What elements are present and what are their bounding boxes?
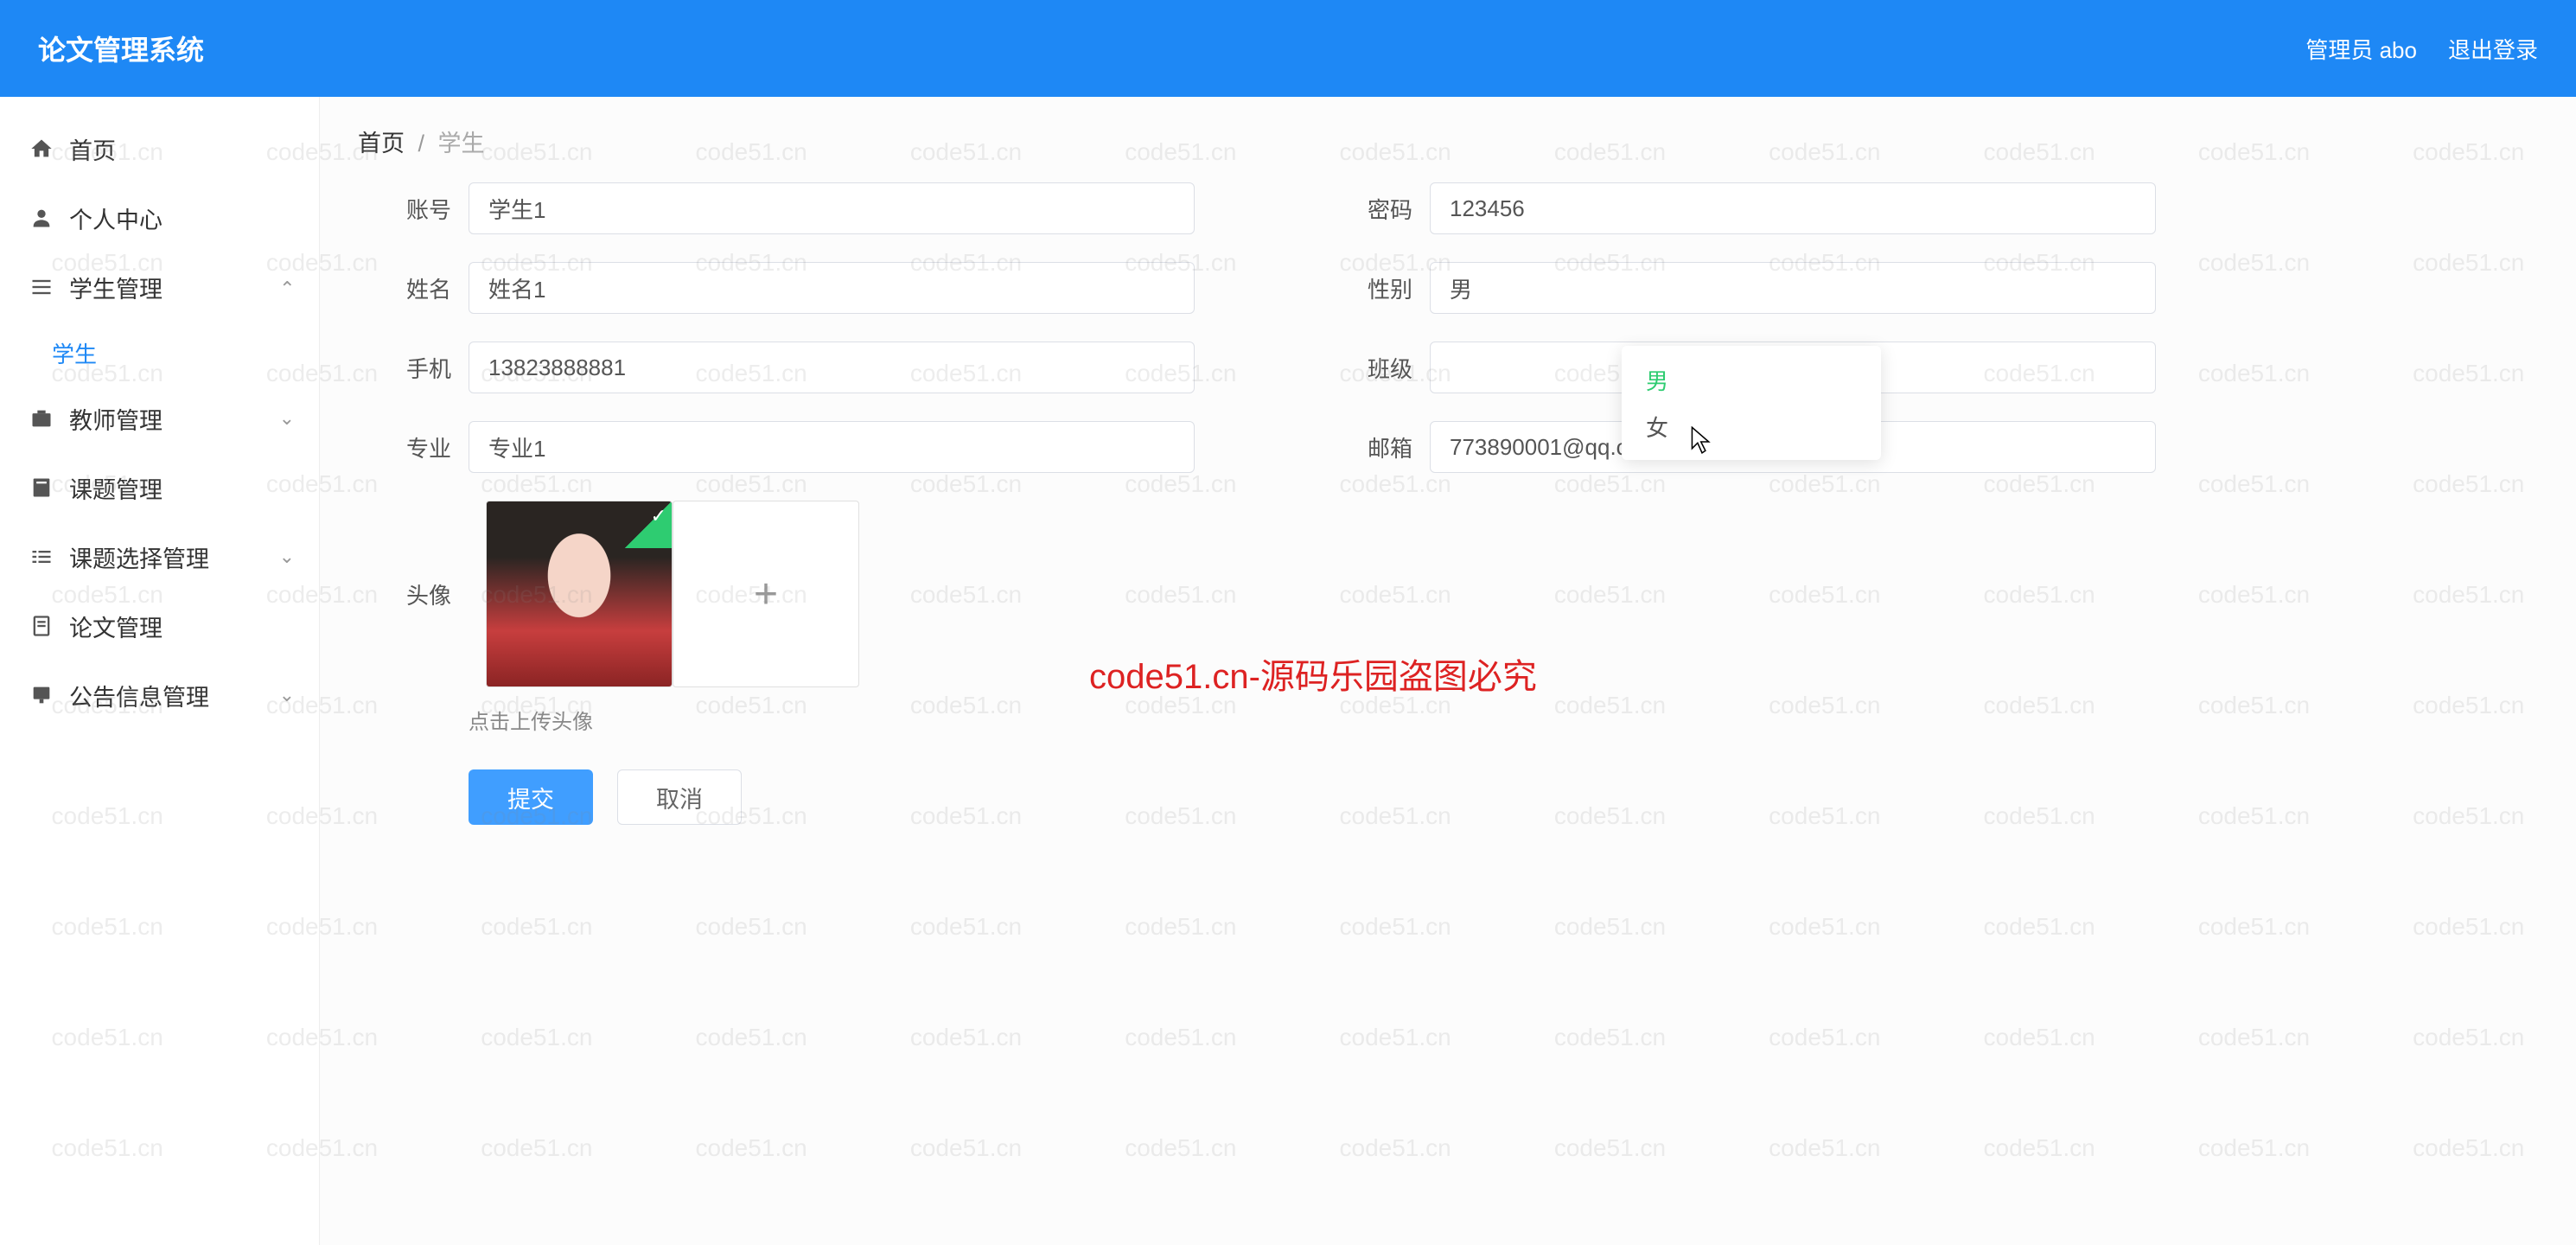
- breadcrumb-sep: /: [418, 131, 425, 156]
- breadcrumb-root[interactable]: 首页: [358, 131, 405, 156]
- sidebar-item-label: 论文管理: [69, 610, 319, 643]
- gender-label: 性别: [1333, 272, 1412, 304]
- main-content: 首页 / 学生 账号 密码 姓名 性别: [320, 97, 2576, 1245]
- name-input[interactable]: [469, 262, 1195, 314]
- gender-dropdown: 男 女: [1622, 346, 1881, 460]
- email-label: 邮箱: [1333, 431, 1412, 463]
- cancel-button[interactable]: 取消: [617, 769, 742, 825]
- major-label: 专业: [372, 431, 451, 463]
- logout-button[interactable]: 退出登录: [2448, 33, 2538, 65]
- sidebar: 首页 个人中心 学生管理 ⌄ 学生 教师管理 ⌄ 课题管理 课题选择管理 ⌄ 论…: [0, 97, 320, 1245]
- header-user[interactable]: 管理员 abo: [2305, 33, 2417, 65]
- student-form: 账号 密码 姓名 性别 手机 班级: [320, 174, 2576, 859]
- chevron-down-icon: ⌄: [279, 684, 295, 706]
- sidebar-sub-student[interactable]: 学生: [0, 322, 319, 384]
- sidebar-item-topic-select-mgmt[interactable]: 课题选择管理 ⌄: [0, 522, 319, 591]
- sidebar-item-label: 首页: [69, 132, 319, 166]
- user-icon: [29, 206, 54, 230]
- select-icon: [29, 545, 54, 569]
- phone-input[interactable]: [469, 342, 1195, 393]
- sidebar-item-label: 教师管理: [69, 402, 279, 436]
- home-icon: [29, 137, 54, 161]
- submit-button[interactable]: 提交: [469, 769, 593, 825]
- avatar-upload-button[interactable]: +: [673, 501, 859, 687]
- sidebar-item-home[interactable]: 首页: [0, 114, 319, 183]
- gender-select[interactable]: [1430, 262, 2156, 314]
- sidebar-item-label: 学生管理: [69, 271, 279, 304]
- sidebar-item-profile[interactable]: 个人中心: [0, 183, 319, 252]
- chevron-down-icon: ⌄: [279, 546, 295, 568]
- sidebar-item-label: 个人中心: [69, 201, 319, 235]
- list-icon: [29, 275, 54, 299]
- breadcrumb-current: 学生: [438, 131, 485, 156]
- case-icon: [29, 406, 54, 431]
- book-icon: [29, 476, 54, 500]
- class-label: 班级: [1333, 352, 1412, 384]
- name-label: 姓名: [372, 272, 451, 304]
- plus-icon: +: [754, 571, 778, 618]
- avatar-label: 头像: [372, 578, 451, 610]
- sidebar-item-label: 课题选择管理: [69, 540, 279, 574]
- sidebar-item-thesis-mgmt[interactable]: 论文管理: [0, 591, 319, 661]
- breadcrumb: 首页 / 学生: [320, 97, 2576, 174]
- chevron-down-icon: ⌄: [279, 407, 295, 430]
- avatar-thumbnail[interactable]: [486, 501, 673, 687]
- sidebar-item-student-mgmt[interactable]: 学生管理 ⌄: [0, 252, 319, 322]
- sidebar-item-notice-mgmt[interactable]: 公告信息管理 ⌄: [0, 661, 319, 730]
- sidebar-item-teacher-mgmt[interactable]: 教师管理 ⌄: [0, 384, 319, 453]
- sidebar-item-topic-mgmt[interactable]: 课题管理: [0, 453, 319, 522]
- app-header: 论文管理系统 管理员 abo 退出登录: [0, 0, 2576, 97]
- dropdown-option-male[interactable]: 男: [1622, 356, 1881, 403]
- notice-icon: [29, 683, 54, 707]
- phone-label: 手机: [372, 352, 451, 384]
- sidebar-item-label: 公告信息管理: [69, 679, 279, 712]
- sidebar-item-label: 课题管理: [69, 471, 319, 505]
- chevron-down-icon: ⌄: [279, 276, 295, 298]
- check-icon: [625, 501, 672, 548]
- doc-icon: [29, 614, 54, 638]
- avatar-hint: 点击上传头像: [469, 705, 2524, 735]
- account-input[interactable]: [469, 182, 1195, 234]
- password-label: 密码: [1333, 193, 1412, 225]
- dropdown-option-female[interactable]: 女: [1622, 403, 1881, 450]
- major-input[interactable]: [469, 421, 1195, 473]
- app-title: 论文管理系统: [38, 29, 204, 68]
- account-label: 账号: [372, 193, 451, 225]
- password-input[interactable]: [1430, 182, 2156, 234]
